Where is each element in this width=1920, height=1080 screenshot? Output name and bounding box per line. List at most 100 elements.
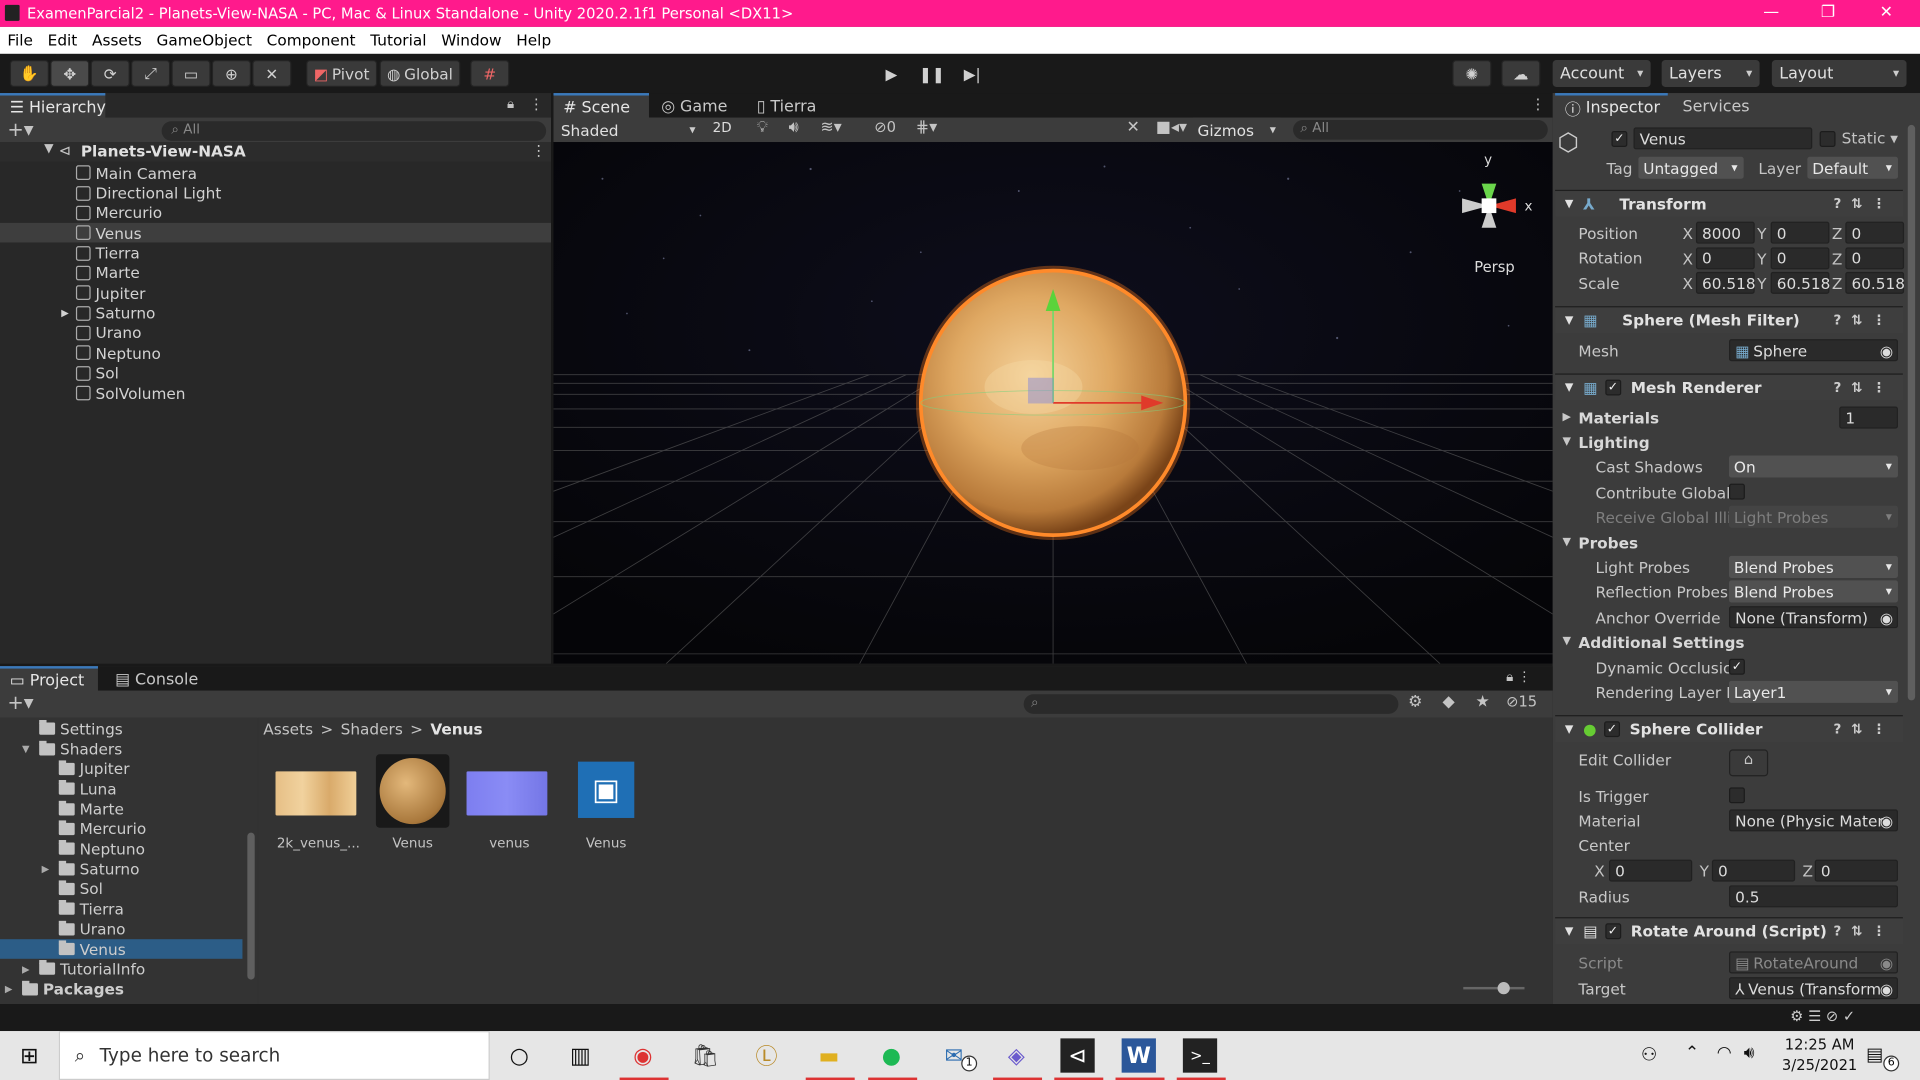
- cloud-icon[interactable]: ☁: [1501, 60, 1541, 87]
- sphere-collider-menu-icons[interactable]: ?⇅⋮: [1834, 721, 1896, 737]
- menu-file[interactable]: File: [7, 27, 33, 54]
- tree-item[interactable]: Luna: [0, 779, 242, 799]
- global-button[interactable]: ◍ Global: [379, 60, 461, 87]
- tree-arrow-icon[interactable]: ▶: [22, 964, 30, 975]
- project-search-input[interactable]: ⌕: [1023, 694, 1399, 714]
- object-picker-icon[interactable]: ◉: [1880, 608, 1893, 626]
- favorite-icon[interactable]: ★: [1476, 693, 1490, 711]
- target-field[interactable]: ⅄ Venus (Transform ◉: [1728, 977, 1898, 1000]
- tab-game[interactable]: ◎ Game: [651, 93, 727, 120]
- hierarchy-item[interactable]: Directional Light: [0, 183, 551, 203]
- tree-item[interactable]: ▶ Saturno: [0, 859, 242, 879]
- tree-item[interactable]: Jupiter: [0, 759, 242, 779]
- tree-item[interactable]: Urano: [0, 919, 242, 939]
- tag-dropdown[interactable]: Untagged: [1638, 156, 1744, 179]
- menu-tutorial[interactable]: Tutorial: [370, 27, 426, 54]
- foldout-arrow-icon[interactable]: ▼: [1562, 636, 1570, 648]
- hidden-objects-toggle[interactable]: ⊘ 0: [874, 119, 896, 136]
- rendering-layer-field[interactable]: Layer1: [1728, 680, 1898, 703]
- hierarchy-item[interactable]: SolVolumen: [0, 383, 551, 403]
- tab-hierarchy[interactable]: ☰ Hierarchy: [0, 93, 106, 121]
- hierarchy-item[interactable]: Tierra: [0, 243, 551, 263]
- hierarchy-item[interactable]: Neptuno: [0, 343, 551, 363]
- hierarchy-search-input[interactable]: ⌕ All: [161, 121, 547, 141]
- scene-row[interactable]: ▼ ⊲ Planets-View-NASA ⋮: [0, 142, 552, 162]
- mesh-field[interactable]: ▦ Sphere ◉: [1728, 339, 1898, 362]
- status-icons[interactable]: ⚙ ☰ ⊘ ✓: [1790, 1008, 1855, 1025]
- transform-scale-z-field[interactable]: 60.518: [1845, 271, 1905, 294]
- add-icon[interactable]: +▾: [7, 118, 33, 141]
- mesh-filter-menu-icons[interactable]: ?⇅⋮: [1834, 312, 1896, 328]
- tree-item[interactable]: Marte: [0, 799, 242, 819]
- lighting-row[interactable]: ▼ Lighting: [1558, 430, 1901, 454]
- transform-position-z-field[interactable]: 0: [1845, 221, 1905, 244]
- scene-viewport[interactable]: y x Persp: [553, 142, 1553, 664]
- custom-tool-icon[interactable]: ✕: [252, 60, 292, 87]
- volume-icon[interactable]: 🔊︎: [1744, 1043, 1755, 1063]
- thumbnail-size-slider[interactable]: [1463, 982, 1525, 995]
- filter-label-icon[interactable]: ◆: [1442, 693, 1454, 711]
- lighting-icon[interactable]: 💡︎: [757, 119, 768, 137]
- file-explorer-icon[interactable]: ▬: [812, 1038, 846, 1072]
- is-trigger-checkbox[interactable]: [1728, 787, 1745, 804]
- foldout-arrow-icon[interactable]: ▼: [1562, 536, 1570, 548]
- reflection-probes-field[interactable]: Blend Probes: [1728, 580, 1898, 603]
- static-checkbox[interactable]: [1819, 131, 1836, 147]
- center-x-field[interactable]: 0: [1608, 859, 1693, 882]
- windows-start-icon[interactable]: ⊞: [12, 1038, 46, 1072]
- tree-item[interactable]: Mercurio: [0, 819, 242, 839]
- tree-item[interactable]: ▶ Packages: [0, 979, 242, 999]
- sphere-collider-header[interactable]: ▼ ● ✓ Sphere Collider ?⇅⋮: [1555, 715, 1903, 743]
- audio-icon[interactable]: 🔊︎: [789, 119, 799, 137]
- object-name-field[interactable]: Venus: [1633, 127, 1813, 150]
- layer-dropdown[interactable]: Default: [1807, 156, 1898, 179]
- object-picker-icon[interactable]: ◉: [1880, 341, 1893, 359]
- menu-component[interactable]: Component: [267, 27, 356, 54]
- transform-position-y-field[interactable]: 0: [1770, 221, 1830, 244]
- asset-normal-map[interactable]: venus: [466, 754, 553, 852]
- tab-tierra[interactable]: ▯ Tierra: [747, 93, 823, 120]
- scene-more-icon[interactable]: ⋮: [531, 142, 546, 159]
- radius-field[interactable]: 0.5: [1728, 885, 1898, 908]
- wifi-icon[interactable]: ◠: [1717, 1043, 1732, 1063]
- sphere-collider-enabled-checkbox[interactable]: ✓: [1603, 721, 1620, 738]
- transform-rotation-y-field[interactable]: 0: [1770, 246, 1830, 269]
- menu-assets[interactable]: Assets: [92, 27, 142, 54]
- asset-prefab[interactable]: ▣ Venus: [569, 754, 642, 852]
- tree-scrollbar[interactable]: [245, 720, 257, 1002]
- notifications-icon[interactable]: ▤: [1866, 1043, 1883, 1065]
- materials-field[interactable]: 1: [1839, 406, 1898, 429]
- transform-scale-x-field[interactable]: 60.518: [1695, 271, 1756, 294]
- mesh-renderer-header[interactable]: ▼ ▦ ✓ Mesh Renderer ?⇅⋮: [1555, 373, 1903, 401]
- foldout-arrow-icon[interactable]: ▼: [1562, 436, 1570, 448]
- taskbar-search-box[interactable]: ⌕ Type here to search: [58, 1031, 490, 1080]
- contribute-gi-checkbox[interactable]: [1728, 483, 1745, 500]
- tray-chevron-icon[interactable]: ⌃: [1685, 1043, 1699, 1063]
- material-picker-icon[interactable]: ◉: [1880, 811, 1893, 829]
- spotify-icon[interactable]: ●: [874, 1038, 908, 1072]
- clock[interactable]: 12:25 AM 3/25/2021: [1771, 1035, 1869, 1077]
- cast-shadows-field[interactable]: On: [1728, 455, 1898, 478]
- breadcrumb-assets[interactable]: Assets: [263, 719, 313, 737]
- tree-item[interactable]: Settings: [0, 719, 242, 739]
- discord-icon[interactable]: ◈: [999, 1038, 1033, 1072]
- edit-collider-button[interactable]: ⌂: [1728, 749, 1769, 777]
- close-icon[interactable]: ✕: [1880, 4, 1893, 22]
- hierarchy-item[interactable]: Jupiter: [0, 283, 551, 303]
- rotate-around-header[interactable]: ▼ ▤ ✓ Rotate Around (Script) ?⇅⋮: [1555, 917, 1903, 945]
- transform-scale-y-field[interactable]: 60.518: [1770, 271, 1830, 294]
- tree-arrow-icon[interactable]: ▼: [22, 743, 30, 754]
- light-probes-field[interactable]: Blend Probes: [1728, 555, 1898, 578]
- filter-type-icon[interactable]: ⚙: [1408, 693, 1422, 711]
- menu-help[interactable]: Help: [516, 27, 551, 54]
- tree-item[interactable]: ▶ TutorialInfo: [0, 959, 242, 979]
- transform-tool-icon[interactable]: ⊕: [211, 60, 252, 87]
- menu-edit[interactable]: Edit: [48, 27, 78, 54]
- scene-search-input[interactable]: ⌕ All: [1293, 120, 1548, 140]
- shading-dropdown[interactable]: Shaded: [553, 117, 703, 143]
- tab-scene[interactable]: # Scene: [553, 93, 649, 121]
- people-icon[interactable]: ⚇: [1641, 1043, 1657, 1065]
- layers-dropdown[interactable]: Layers: [1661, 60, 1760, 87]
- pause-button[interactable]: ❚❚: [912, 60, 951, 87]
- pivot-button[interactable]: ◩ Pivot: [306, 60, 378, 87]
